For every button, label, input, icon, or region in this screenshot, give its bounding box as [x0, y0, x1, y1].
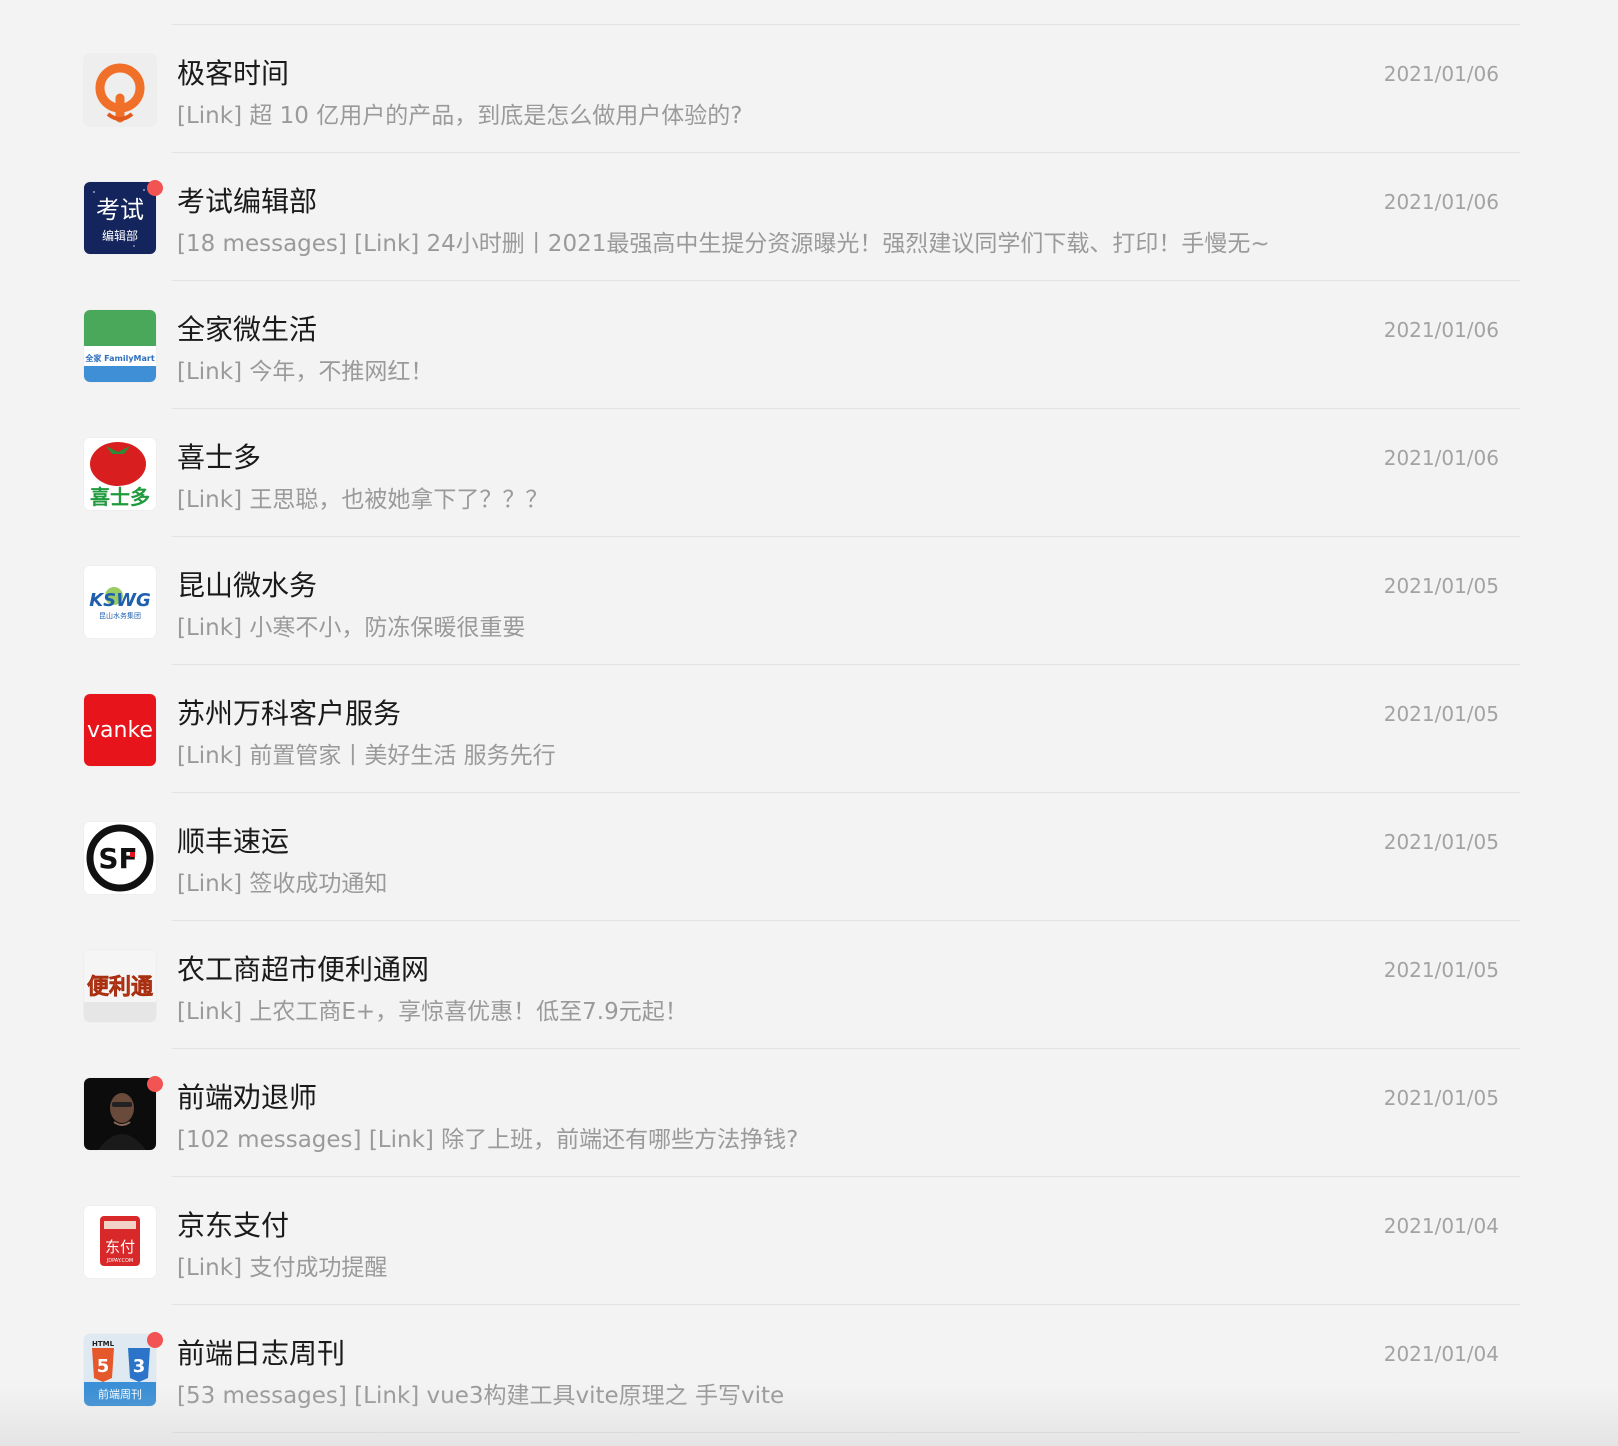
avatar-text: KSWG: [89, 590, 151, 611]
chat-name: 苏州万科客户服务: [177, 697, 402, 730]
chat-name: 前端劝退师: [177, 1081, 318, 1114]
chat-name: 京东支付: [177, 1209, 290, 1242]
chat-date: 2021/01/06: [1383, 318, 1499, 342]
chat-preview: [102 messages] [Link] 除了上班，前端还有哪些方法挣钱?: [177, 1127, 799, 1153]
jdpay-logo-icon: 东付 JDPAY.COM: [84, 1206, 156, 1278]
chat-row[interactable]: 东付 JDPAY.COM 京东支付 [Link] 支付成功提醒 2021/01/…: [0, 1177, 1618, 1305]
chat-name: 前端日志周刊: [177, 1337, 346, 1370]
chat-preview: [Link] 今年，不推网红！: [177, 359, 434, 385]
chat-date: 2021/01/05: [1383, 830, 1499, 854]
chat-date: 2021/01/05: [1383, 702, 1499, 726]
chat-row[interactable]: 考试 编辑部 考试编辑部 [18 messages] [Link] 24小时删丨…: [0, 153, 1618, 281]
avatar-text: 东付: [105, 1238, 135, 1256]
chat-row[interactable]: SF 顺丰速运 [Link] 签收成功通知 2021/01/05: [0, 793, 1618, 921]
sf-logo-icon: SF: [84, 822, 156, 894]
avatar-text: HTML: [92, 1340, 115, 1348]
chat-row[interactable]: vanke 苏州万科客户服务 [Link] 前置管家丨美好生活 服务先行 202…: [0, 665, 1618, 793]
avatar-subtext: 编辑部: [102, 228, 138, 243]
chat-preview: [Link] 超 10 亿用户的产品，到底是怎么做用户体验的?: [177, 103, 743, 129]
familymart-logo-icon: 全家 FamilyMart: [84, 310, 156, 382]
chat-name: 农工商超市便利通网: [177, 953, 430, 986]
chat-date: 2021/01/05: [1383, 958, 1499, 982]
avatar-subtext: 昆山水务集团: [99, 611, 141, 620]
portrait-avatar-icon: [84, 1078, 156, 1150]
chat-row[interactable]: KSWG 昆山水务集团 昆山微水务 [Link] 小寒不小，防冻保暖很重要 20…: [0, 537, 1618, 665]
avatar-text: 全家 FamilyMart: [84, 353, 155, 363]
chat-name: 喜士多: [177, 441, 262, 474]
chat-preview: [Link] 上农工商E+，享惊喜优惠！低至7.9元起！: [177, 999, 688, 1025]
chat-row[interactable]: 前端劝退师 [102 messages] [Link] 除了上班，前端还有哪些方…: [0, 1049, 1618, 1177]
avatar-text: 便利通: [87, 975, 153, 1000]
chat-date: 2021/01/04: [1383, 1342, 1499, 1366]
chat-date: 2021/01/04: [1383, 1214, 1499, 1238]
chat-row[interactable]: 全家 FamilyMart 全家微生活 [Link] 今年，不推网红！ 2021…: [0, 281, 1618, 409]
chat-date: 2021/01/05: [1383, 1086, 1499, 1110]
chat-preview: [Link] 前置管家丨美好生活 服务先行: [177, 743, 556, 769]
unread-badge: [147, 1076, 163, 1092]
chat-date: 2021/01/06: [1383, 62, 1499, 86]
html5-css3-logo-icon: HTML 5 3 前端周刊: [84, 1334, 156, 1406]
avatar-text: 喜士多: [90, 485, 150, 509]
bianlitong-logo-icon: 便利通: [84, 950, 156, 1022]
chat-preview: [Link] 支付成功提醒: [177, 1255, 388, 1281]
unread-badge: [147, 180, 163, 196]
kswg-logo-icon: KSWG 昆山水务集团: [84, 566, 156, 638]
chat-date: 2021/01/05: [1383, 574, 1499, 598]
tomato-logo-icon: 喜士多: [84, 438, 156, 510]
avatar-subtext: JDPAY.COM: [106, 1258, 133, 1264]
chat-row[interactable]: 便利通 农工商超市便利通网 [Link] 上农工商E+，享惊喜优惠！低至7.9元…: [0, 921, 1618, 1049]
avatar-subtext: 前端周刊: [98, 1387, 142, 1401]
chat-name: 考试编辑部: [177, 185, 318, 218]
avatar-text: vanke: [87, 718, 153, 743]
chat-preview: [Link] 小寒不小，防冻保暖很重要: [177, 615, 526, 641]
chat-name: 顺丰速运: [177, 825, 290, 858]
chat-preview: [18 messages] [Link] 24小时删丨2021最强高中生提分资源…: [177, 231, 1270, 257]
chat-preview: [53 messages] [Link] vue3构建工具vite原理之 手写v…: [177, 1383, 785, 1409]
divider: [172, 1432, 1520, 1433]
vanke-logo-icon: vanke: [84, 694, 156, 766]
kaoshi-logo-icon: 考试 编辑部: [84, 182, 156, 254]
chat-preview: [Link] 王思聪，也被她拿下了？？？: [177, 487, 549, 513]
chat-name: 全家微生活: [177, 313, 318, 346]
chat-name: 昆山微水务: [177, 569, 318, 602]
svg-text:3: 3: [133, 1356, 146, 1377]
chat-preview: [Link] 签收成功通知: [177, 871, 388, 897]
chat-date: 2021/01/06: [1383, 190, 1499, 214]
unread-badge: [147, 1332, 163, 1348]
chat-row[interactable]: 喜士多 喜士多 [Link] 王思聪，也被她拿下了？？？ 2021/01/06: [0, 409, 1618, 537]
chat-date: 2021/01/06: [1383, 446, 1499, 470]
avatar-text: 考试: [96, 196, 144, 224]
svg-text:5: 5: [97, 1356, 110, 1377]
chat-row[interactable]: HTML 5 3 前端周刊 前端日志周刊 [53 messages] [Link…: [0, 1305, 1618, 1433]
chat-name: 极客时间: [177, 57, 290, 90]
geektime-logo-icon: [84, 54, 156, 126]
chat-row[interactable]: 极客时间 [Link] 超 10 亿用户的产品，到底是怎么做用户体验的? 202…: [0, 25, 1618, 153]
avatar-text: SF: [98, 842, 137, 875]
